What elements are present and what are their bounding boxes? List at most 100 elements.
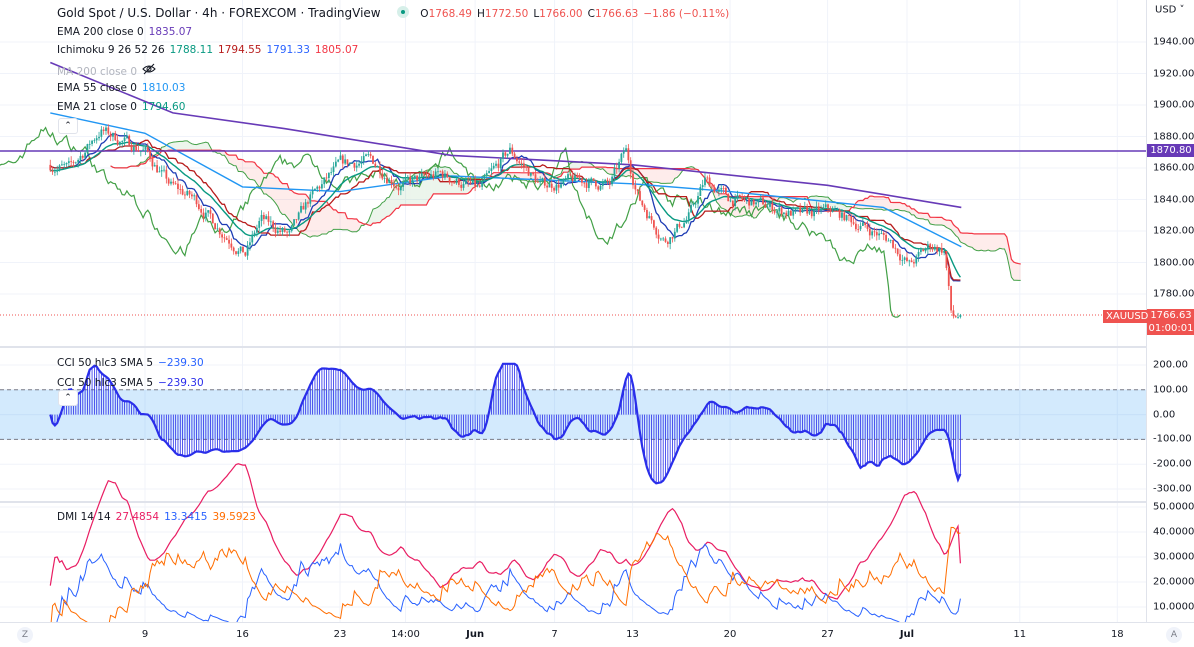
candle-body (783, 212, 785, 214)
ichimoku-cloud (270, 173, 274, 201)
ichimoku-cloud (340, 212, 343, 230)
ichimoku-cloud (609, 167, 613, 175)
symbol-title[interactable]: Gold Spot / U.S. Dollar · 4h · FOREXCOM … (57, 6, 381, 20)
candle-body (358, 163, 360, 166)
price-axis[interactable]: USD ˅ 1870.80 1766.63 01:00:01 1940.00 192… (1146, 0, 1194, 622)
ichimoku-cloud (925, 213, 928, 220)
ichimoku-lagging-span (0, 126, 901, 318)
candle-body (302, 205, 305, 210)
candle (376, 165, 379, 167)
candle (172, 177, 175, 186)
candle (641, 200, 644, 207)
price-axis-label: 1800.00 (1153, 257, 1194, 268)
candle-body (864, 222, 867, 226)
candle-body (311, 190, 314, 195)
candle-body (924, 249, 927, 252)
cci-axis-label: -300.00 (1153, 483, 1192, 495)
candle-body (262, 214, 265, 220)
candle-body (376, 166, 379, 167)
time-axis[interactable]: Z A 9 16 23 14:00 Jun 7 13 20 27 Jul 11 18 (0, 622, 1194, 647)
candle-body (392, 184, 395, 187)
candle-body (439, 171, 442, 173)
candle-body (485, 173, 488, 176)
candle-body (785, 212, 788, 216)
candle-body (95, 138, 98, 141)
legend-cci-1[interactable]: CCI 50 hlc3 SMA 5 −239.30 (57, 357, 209, 369)
time-axis-label: 13 (626, 629, 639, 640)
ichimoku-cloud (721, 193, 724, 209)
candle (246, 241, 249, 260)
candle-body (172, 181, 175, 184)
candle (762, 194, 764, 205)
candle (56, 165, 59, 176)
legend-cci-2[interactable]: CCI 50 hlc3 SMA 5 −239.30 (57, 377, 209, 389)
candle (70, 156, 73, 168)
candle (634, 180, 637, 195)
candle (947, 265, 950, 291)
candle (272, 220, 275, 232)
ichimoku-cloud (670, 168, 673, 184)
candle (882, 230, 885, 241)
ichimoku-cloud (338, 212, 341, 230)
candle (211, 213, 214, 224)
ichimoku-value-3: 1791.33 (266, 44, 310, 56)
candle-body (901, 259, 904, 261)
legend-ema21[interactable]: EMA 21 close 0 1794.60 (57, 101, 190, 113)
candle-body (70, 161, 73, 163)
candle-body (887, 240, 890, 242)
candle-body (483, 175, 486, 182)
candle-body (432, 174, 435, 178)
candle-body (416, 175, 418, 181)
candle-body (265, 216, 268, 220)
candle-body (659, 238, 662, 240)
candle-body (848, 215, 850, 216)
time-axis-label: 27 (821, 629, 834, 640)
legend-ema55[interactable]: EMA 55 close 0 1810.03 (57, 82, 190, 94)
legend-ichimoku[interactable]: Ichimoku 9 26 52 26 1788.11 1794.55 1791.33… (57, 44, 363, 56)
candle-body (534, 174, 537, 182)
candle (697, 192, 699, 209)
legend-ma200[interactable]: MA 200 close 0 (57, 63, 161, 78)
candle-body (318, 186, 321, 189)
candle-body (827, 204, 829, 209)
ichimoku-cloud (382, 201, 385, 220)
candle (954, 314, 957, 318)
candle-body (348, 163, 351, 165)
candle-body (736, 194, 739, 199)
candle-body (214, 223, 217, 230)
ichimoku-cloud (386, 197, 390, 217)
candle-body (179, 188, 182, 190)
collapse-legend-button[interactable]: ⌃ (58, 118, 78, 134)
candle (235, 250, 237, 256)
cci-axis-label: 0.00 (1153, 409, 1176, 421)
candle-body (235, 251, 237, 254)
candle (594, 180, 597, 190)
candle (170, 178, 172, 186)
candle (174, 180, 177, 185)
auto-scale-button[interactable]: A (1166, 627, 1182, 643)
eye-hidden-icon[interactable] (142, 63, 156, 78)
timezone-button[interactable]: Z (17, 627, 33, 643)
candle-body (757, 199, 760, 203)
candle-body (451, 181, 453, 183)
candle-body (608, 181, 611, 185)
candle-body (355, 165, 358, 168)
candle-body (929, 244, 932, 248)
legend-ema200[interactable]: EMA 200 close 0 1835.07 (57, 26, 197, 38)
time-axis-label: 18 (1110, 629, 1124, 640)
collapse-cci-legend-button[interactable]: ⌃ (58, 390, 78, 406)
candle-body (748, 198, 750, 206)
candle-body (548, 183, 551, 188)
candle-body (374, 163, 377, 167)
candle-body (121, 141, 124, 142)
legend-dmi[interactable]: DMI 14 14 27.4854 13.3415 39.5923 (57, 511, 261, 523)
candle-body (516, 158, 518, 162)
ichimoku-cloud (667, 168, 671, 184)
candle-body (683, 223, 685, 228)
candle-body (216, 228, 219, 230)
candle (894, 243, 897, 254)
candle-body (511, 147, 514, 154)
ichimoku-cloud (895, 202, 898, 210)
currency-selector[interactable]: USD ˅ (1155, 5, 1185, 16)
candle-body (369, 154, 372, 156)
